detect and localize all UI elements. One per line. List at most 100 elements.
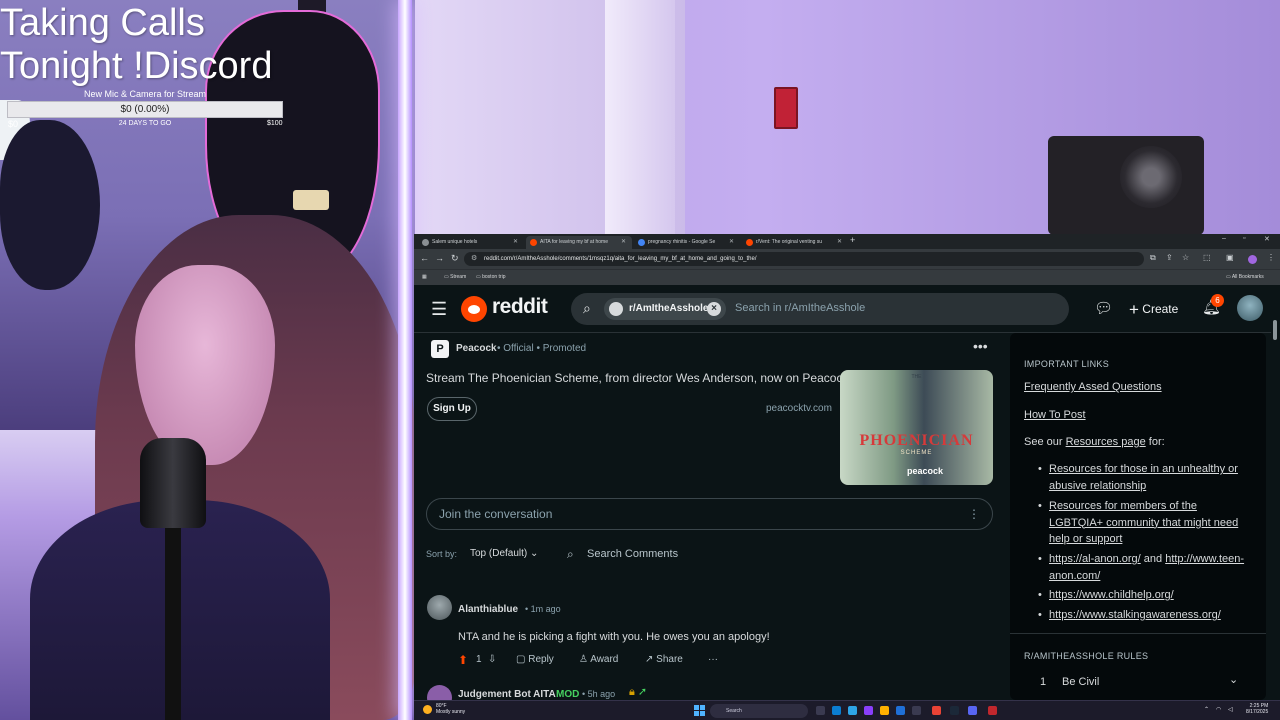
close-icon[interactable]: ✕ <box>621 236 626 249</box>
ad-brand[interactable]: Peacock <box>456 343 497 354</box>
store-icon[interactable] <box>848 706 857 715</box>
discord-icon[interactable] <box>968 706 977 715</box>
join-conversation-input[interactable]: Join the conversation ⋮ <box>426 498 993 530</box>
menu-kebab-icon[interactable]: ⋮ <box>1267 253 1275 262</box>
sort-dropdown[interactable]: Top (Default) ⌄ <box>470 548 538 559</box>
bookmark-star-icon[interactable]: ☆ <box>1182 253 1189 262</box>
clear-chip-icon[interactable]: × <box>707 302 721 316</box>
resource-link[interactable]: https://www.childhelp.org/ <box>1049 589 1174 601</box>
comment-body: NTA and he is picking a fight with you. … <box>458 631 770 643</box>
obs-icon[interactable] <box>988 706 997 715</box>
hamburger-menu-icon[interactable]: ☰ <box>431 299 447 320</box>
comment-avatar[interactable] <box>427 595 452 620</box>
share-icon[interactable]: ⇪ <box>1166 253 1173 262</box>
translate-icon[interactable]: ⧉ <box>1150 253 1156 263</box>
ad-domain[interactable]: peacocktv.com <box>766 403 832 414</box>
file-explorer-icon[interactable] <box>880 706 889 715</box>
edge-icon[interactable] <box>832 706 841 715</box>
search-input[interactable]: Search in r/AmItheAsshole <box>735 302 865 314</box>
tray-chevron-icon[interactable]: ⌃ <box>1204 706 1209 713</box>
back-icon[interactable]: ← <box>420 253 429 263</box>
clock[interactable]: 2:25 PM 8/17/2025 <box>1246 703 1268 715</box>
forward-icon[interactable]: → <box>435 253 444 263</box>
app-icon[interactable] <box>864 706 873 715</box>
reply-button[interactable]: ▢ Reply <box>516 654 554 665</box>
resource-item: • Resources for members of the LGBTQIA+ c… <box>1038 500 1239 545</box>
ad-text[interactable]: Stream The Phoenician Scheme, from direc… <box>426 371 852 385</box>
weather-sun-icon[interactable] <box>423 705 432 714</box>
faq-link[interactable]: Frequently Assed Questions <box>1024 381 1162 393</box>
comment-avatar[interactable] <box>427 685 452 700</box>
all-bookmarks[interactable]: ▭ All Bookmarks <box>1226 274 1264 280</box>
close-icon[interactable]: ✕ <box>837 236 842 249</box>
app-icon[interactable] <box>912 706 921 715</box>
comment-username[interactable]: Judgement Bot AITA <box>458 689 556 700</box>
resource-link[interactable]: https://al-anon.org/ <box>1049 553 1141 565</box>
user-avatar[interactable] <box>1237 295 1263 321</box>
search-comments-button[interactable]: ⌕ Search Comments <box>555 540 693 568</box>
new-tab-button[interactable]: + <box>850 235 855 245</box>
scrollbar[interactable] <box>1271 285 1280 700</box>
volume-icon[interactable]: ◁ <box>1228 706 1233 713</box>
bookmark-stream[interactable]: ▭ Stream <box>444 274 466 280</box>
downvote-icon[interactable]: ⇩ <box>488 654 496 665</box>
close-window-icon[interactable]: ✕ <box>1264 235 1270 243</box>
apps-grid-icon[interactable]: ▦ <box>422 274 427 280</box>
sign-up-button[interactable]: Sign Up <box>427 397 477 421</box>
how-to-post-link[interactable]: How To Post <box>1024 409 1086 421</box>
award-button[interactable]: ♙ Award <box>579 654 618 665</box>
task-view-icon[interactable] <box>816 706 825 715</box>
resource-link[interactable]: Resources for members of the LGBTQIA+ co… <box>1049 500 1238 545</box>
resource-link[interactable]: https://www.stalkingawareness.org/ <box>1049 609 1221 621</box>
comment-username[interactable]: Alanthiablue <box>458 604 518 615</box>
close-icon[interactable]: ✕ <box>513 236 518 249</box>
sidepanel-icon[interactable]: ▣ <box>1226 253 1234 262</box>
reload-icon[interactable]: ↻ <box>451 253 459 264</box>
formatting-icon[interactable]: ⋮ <box>968 499 980 529</box>
chevron-down-icon[interactable]: ⌄ <box>1229 673 1238 686</box>
share-label: Share <box>656 654 683 665</box>
chrome-icon[interactable] <box>932 706 941 715</box>
create-button[interactable]: + Create <box>1126 295 1196 323</box>
url-field[interactable]: ⚙ reddit.com/r/AmItheAsshole/comments/1m… <box>464 252 1144 266</box>
extensions-icon[interactable]: ⬚ <box>1203 253 1211 262</box>
resources-page-link[interactable]: Resources page <box>1066 436 1146 448</box>
upvote-icon[interactable]: ⬆ <box>458 653 468 667</box>
scrollbar-thumb[interactable] <box>1273 320 1277 340</box>
share-button[interactable]: ↗ Share <box>645 654 683 665</box>
tab-aita[interactable]: AITA for leaving my bf at home ✕ <box>526 236 632 249</box>
tab-vent[interactable]: r/Vent: The original venting su ✕ <box>742 236 848 249</box>
resource-link[interactable]: Resources for those in an unhealthy or a… <box>1049 463 1238 492</box>
chat-icon[interactable]: 💬︎ <box>1094 299 1113 317</box>
mail-icon[interactable] <box>896 706 905 715</box>
create-label: Create <box>1142 302 1179 316</box>
more-options-icon[interactable]: ••• <box>973 338 988 354</box>
minimize-icon[interactable]: – <box>1222 235 1226 242</box>
search-icon: ⌕ <box>567 547 574 561</box>
search-bar[interactable]: ⌕ r/AmItheAsshole × Search in r/AmItheAs… <box>571 293 1069 325</box>
tab-salem[interactable]: Salem unique hotels ✕ <box>418 236 524 249</box>
wifi-icon[interactable]: ◠ <box>1216 706 1221 713</box>
ad-poster-image[interactable]: THE PHOENICIAN SCHEME peacock <box>840 370 993 485</box>
sort-label: Sort by: <box>426 549 458 559</box>
taskbar-search[interactable]: Search <box>710 704 808 718</box>
plus-icon: + <box>1129 300 1139 319</box>
reddit-logo-icon[interactable] <box>461 296 487 322</box>
reddit-wordmark[interactable]: reddit <box>492 295 548 319</box>
search-icon: ⌕ <box>583 300 591 316</box>
browser-profile-icon[interactable] <box>1248 255 1257 264</box>
mod-badge: MOD <box>556 689 580 700</box>
subreddit-chip-label: r/AmItheAsshole <box>629 303 709 314</box>
comment-more-icon[interactable]: ··· <box>708 654 718 665</box>
tab-google[interactable]: pregnancy rhinitis - Google Se ✕ <box>634 236 740 249</box>
subreddit-chip[interactable]: r/AmItheAsshole × <box>604 298 726 320</box>
close-icon[interactable]: ✕ <box>729 236 734 249</box>
weather-widget[interactable]: 80°F Mostly sunny <box>436 703 465 715</box>
rule-title[interactable]: Be Civil <box>1062 676 1099 688</box>
steam-icon[interactable] <box>950 706 959 715</box>
windows-start-icon[interactable] <box>694 705 705 716</box>
bookmark-boston[interactable]: ▭ boston trip <box>476 274 505 280</box>
site-info-icon[interactable]: ⚙ <box>471 252 477 266</box>
comment-score: 1 <box>476 654 482 665</box>
maximize-icon[interactable]: ▫ <box>1243 235 1245 242</box>
